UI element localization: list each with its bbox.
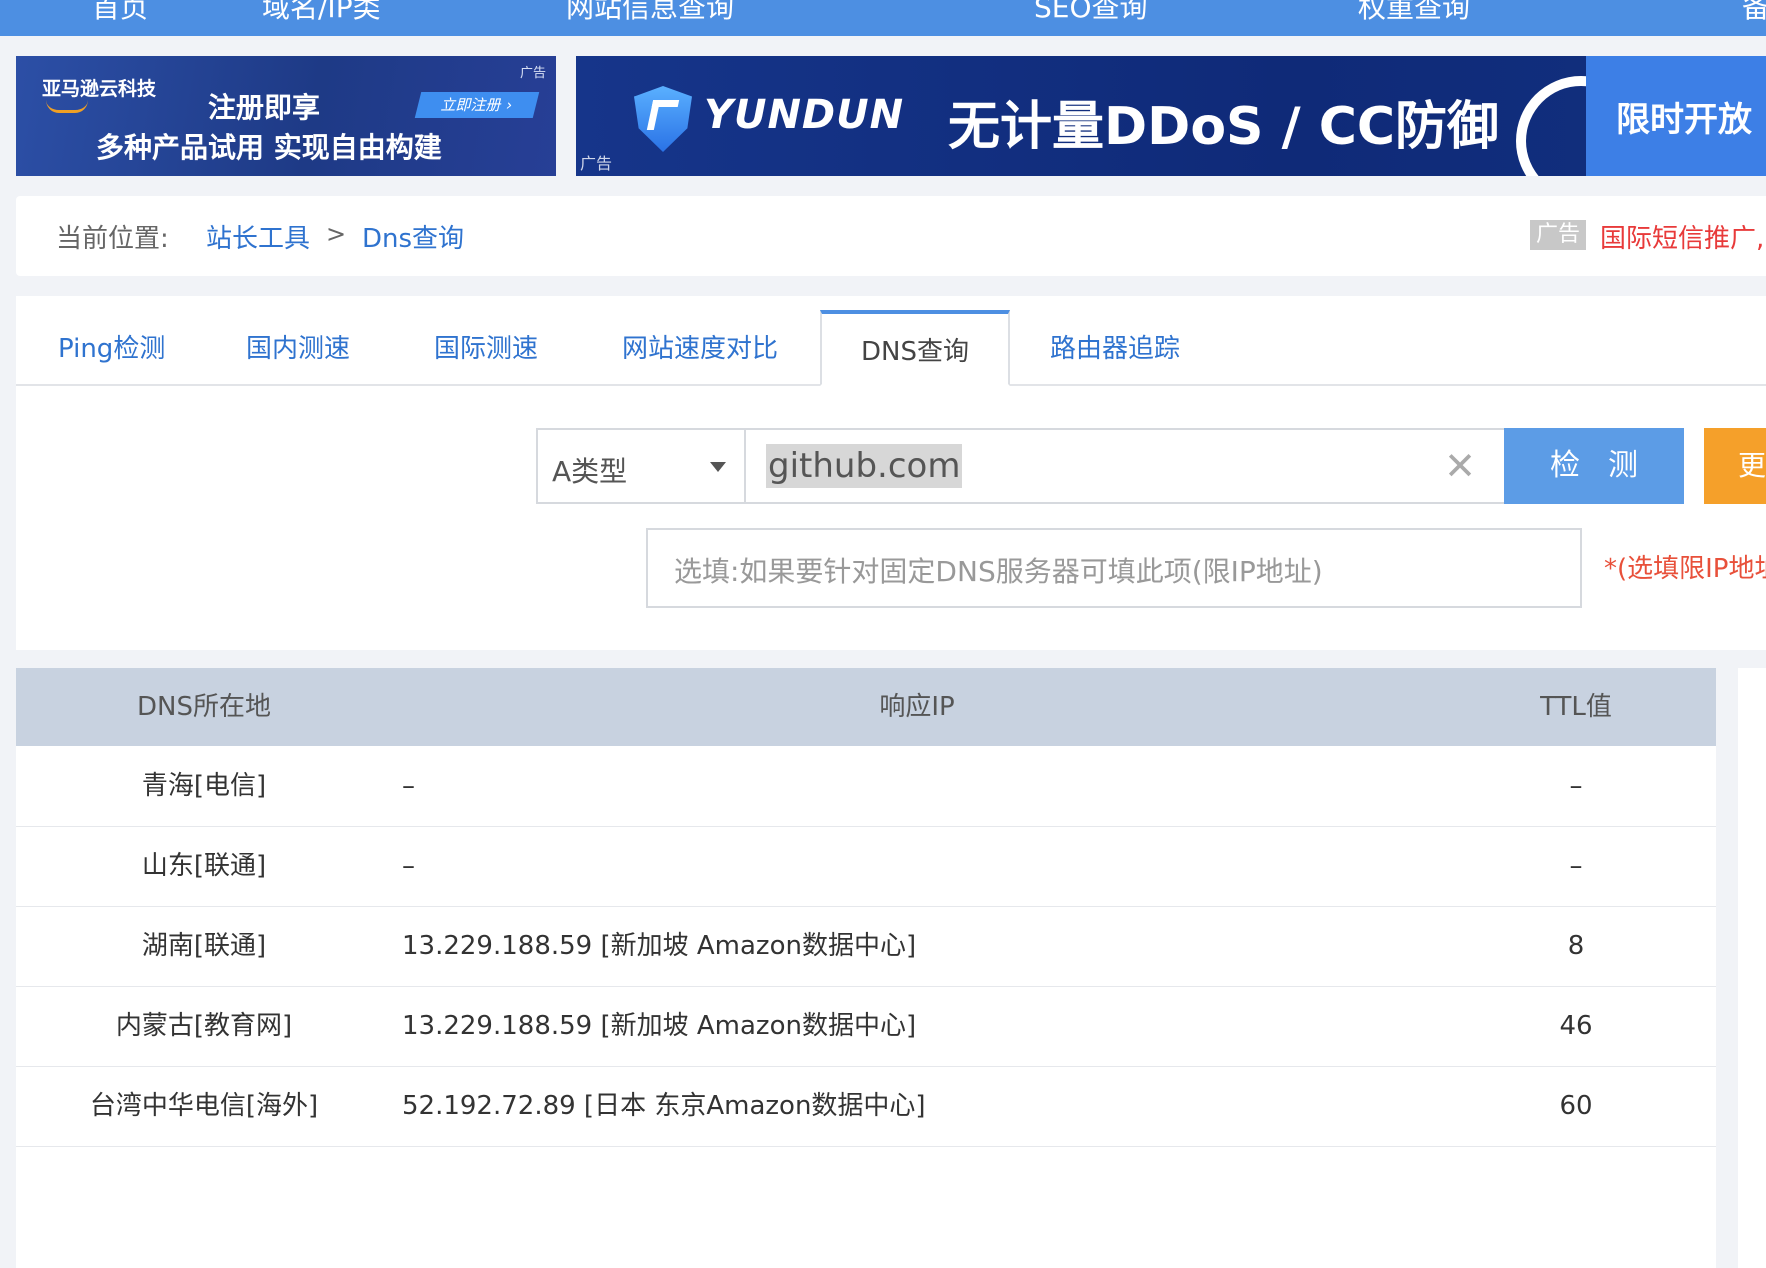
- caret-down-icon: [710, 462, 726, 472]
- aws-ad-banner[interactable]: 亚马逊云科技 注册即享 立即注册 › 多种产品试用 实现自由构建 广告: [16, 56, 556, 176]
- column-header-ip: 响应IP: [879, 692, 955, 722]
- record-type-value: A类型: [552, 455, 628, 488]
- cell-ip: 13.229.188.59 [新加坡 Amazon数据中心]: [402, 1011, 917, 1041]
- cell-location: 青海[电信]: [141, 771, 267, 801]
- nav-site-info[interactable]: 网站信息查询: [566, 0, 734, 26]
- dns-server-note: *(选填限IP地址): [1604, 554, 1766, 584]
- nav-weight[interactable]: 权重查询: [1358, 0, 1470, 26]
- table-row: 青海[电信] – –: [16, 746, 1716, 827]
- cell-location: 山东[联通]: [141, 851, 267, 881]
- cell-ttl: 8: [1567, 931, 1585, 961]
- results-table: DNS所在地 响应IP TTL值 青海[电信] – – 山东[联通] – – 湖…: [16, 668, 1716, 1268]
- dns-tool-panel: Ping检测 国内测速 国际测速 网站速度对比 DNS查询 路由器追踪 A类型 …: [16, 296, 1766, 650]
- cell-ip: 13.229.188.59 [新加坡 Amazon数据中心]: [402, 931, 917, 961]
- column-header-location: DNS所在地: [137, 692, 271, 722]
- cell-ttl: 46: [1559, 1011, 1593, 1041]
- table-row: 台湾中华电信[海外] 52.192.72.89 [日本 东京Amazon数据中心…: [16, 1066, 1716, 1147]
- more-button[interactable]: 更多: [1704, 428, 1766, 504]
- clear-icon[interactable]: ✕: [1444, 444, 1476, 488]
- nav-more[interactable]: 备: [1742, 0, 1766, 26]
- breadcrumb-home-link[interactable]: 站长工具: [206, 218, 310, 255]
- cell-location: 台湾中华电信[海外]: [89, 1091, 319, 1121]
- tab-intl-speed[interactable]: 国际测速: [434, 314, 538, 384]
- cell-location: 湖南[联通]: [141, 931, 267, 961]
- ad-subline: 多种产品试用 实现自由构建: [96, 131, 442, 164]
- tab-ping[interactable]: Ping检测: [58, 314, 165, 384]
- domain-input-value: github.com: [766, 444, 963, 488]
- yundun-ad-banner[interactable]: YUNDUN 无计量DDoS / CC防御 限时开放 广告: [576, 56, 1766, 176]
- cell-ip: –: [402, 851, 415, 881]
- tab-domestic-speed[interactable]: 国内测速: [246, 314, 350, 384]
- top-nav: 首页 域名/IP类 网站信息查询 SEO查询 权重查询 备: [0, 0, 1766, 36]
- ad-tag: 广告: [580, 154, 613, 173]
- side-panel: [1738, 668, 1766, 1268]
- ad-tag: 广告: [1530, 220, 1586, 250]
- nav-home[interactable]: 首页: [92, 0, 148, 26]
- ad-brand: 亚马逊云科技: [42, 78, 157, 100]
- domain-input[interactable]: github.com ✕: [746, 428, 1506, 504]
- check-button[interactable]: 检测: [1504, 428, 1684, 504]
- ad-headline: 注册即享: [208, 91, 321, 124]
- dns-server-input[interactable]: 选填:如果要针对固定DNS服务器可填此项(限IP地址): [646, 528, 1582, 608]
- dns-server-placeholder: 选填:如果要针对固定DNS服务器可填此项(限IP地址): [674, 555, 1323, 588]
- amazon-swoosh-icon: [46, 100, 88, 113]
- breadcrumb-separator: >: [326, 220, 347, 248]
- tool-tabs: Ping检测 国内测速 国际测速 网站速度对比 DNS查询 路由器追踪: [16, 310, 1766, 386]
- table-row: 内蒙古[教育网] 13.229.188.59 [新加坡 Amazon数据中心] …: [16, 986, 1716, 1067]
- ad-logo-text: YUNDUN: [704, 92, 905, 138]
- breadcrumb-label: 当前位置:: [56, 224, 169, 254]
- ad-promo[interactable]: 限时开放: [1586, 56, 1766, 176]
- ad-register-button[interactable]: 立即注册 ›: [414, 92, 540, 118]
- cell-ttl: –: [1569, 771, 1583, 801]
- column-header-ttl: TTL值: [1540, 692, 1612, 722]
- ad-headline: 无计量DDoS / CC防御: [948, 97, 1500, 157]
- breadcrumb: 当前位置: 站长工具 > Dns查询 广告 国际短信推广,: [16, 196, 1766, 276]
- nav-seo[interactable]: SEO查询: [1034, 0, 1148, 26]
- cell-ip: 52.192.72.89 [日本 东京Amazon数据中心]: [402, 1091, 926, 1121]
- table-header: DNS所在地 响应IP TTL值: [16, 668, 1716, 746]
- table-row: 山东[联通] – –: [16, 826, 1716, 907]
- ad-promo-label: 限时开放: [1616, 100, 1752, 140]
- record-type-select[interactable]: A类型: [536, 428, 746, 504]
- tab-speed-compare[interactable]: 网站速度对比: [622, 314, 778, 384]
- tab-traceroute[interactable]: 路由器追踪: [1050, 314, 1180, 384]
- cell-ip: –: [402, 771, 415, 801]
- cell-ttl: 60: [1559, 1091, 1593, 1121]
- table-row: 湖南[联通] 13.229.188.59 [新加坡 Amazon数据中心] 8: [16, 906, 1716, 987]
- cell-ttl: –: [1569, 851, 1583, 881]
- cell-location: 内蒙古[教育网]: [115, 1011, 293, 1041]
- sms-ad-link[interactable]: 国际短信推广,: [1600, 218, 1764, 255]
- ad-tag: 广告: [519, 66, 546, 81]
- nav-domain-ip[interactable]: 域名/IP类: [262, 0, 381, 26]
- breadcrumb-current[interactable]: Dns查询: [362, 218, 464, 255]
- tab-dns-query[interactable]: DNS查询: [820, 310, 1010, 386]
